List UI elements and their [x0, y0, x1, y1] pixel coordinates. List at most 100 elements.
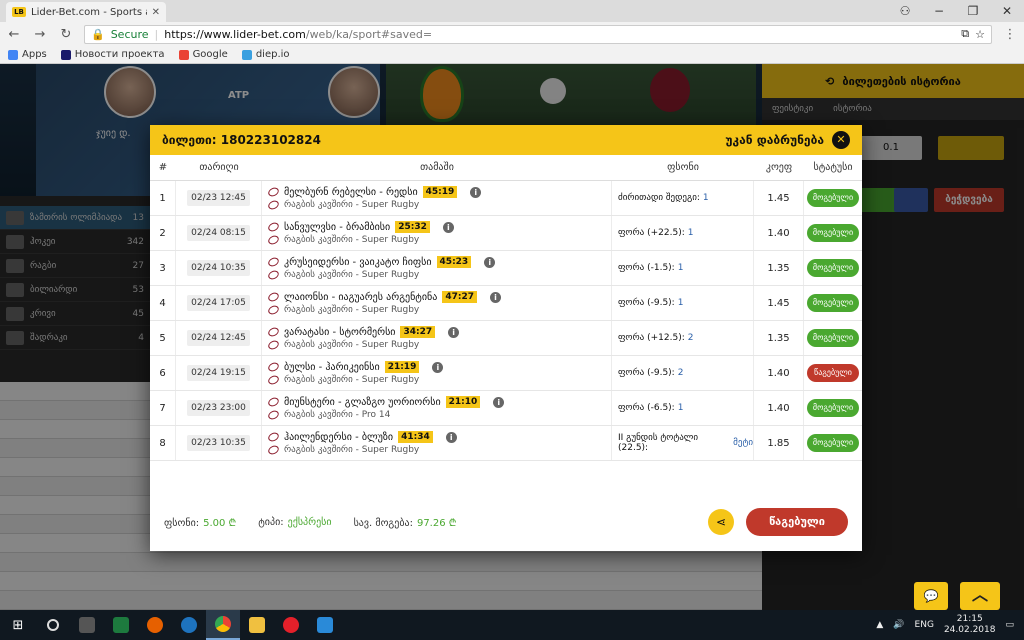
task-view-icon[interactable] — [70, 610, 104, 640]
row-match-cell: მიუნსტერი - გლაზგო უორიორსი 21:10 i რაგბ… — [262, 391, 612, 425]
bet-market: ფორა (-9.5): — [618, 368, 675, 378]
share-icon[interactable]: ⋖ — [708, 509, 734, 535]
rugby-ball-icon — [266, 444, 281, 456]
row-odd: 1.85 — [754, 426, 804, 460]
browser-tab[interactable]: LB Lider-Bet.com - Sports a ✕ — [6, 2, 166, 22]
excel-icon[interactable] — [104, 610, 138, 640]
row-bet-cell: ფორა (-9.5): 2 — [612, 356, 754, 390]
row-odd: 1.45 — [754, 286, 804, 320]
bet-selection: მეტი — [733, 438, 753, 448]
info-icon[interactable]: i — [484, 256, 496, 268]
row-index: 6 — [150, 356, 176, 390]
bet-market: ფორა (-1.5): — [618, 263, 675, 273]
restore-icon[interactable]: ❐ — [956, 0, 990, 22]
back-icon[interactable]: ← — [6, 27, 22, 42]
row-bet-cell: ფორა (-1.5): 1 — [612, 251, 754, 285]
notifications-icon[interactable]: ▭ — [1005, 620, 1014, 630]
stake-summary: ფსონი: 5.00 ₾ — [164, 518, 237, 529]
status-badge: მოგებული — [807, 189, 859, 207]
info-icon[interactable]: i — [470, 186, 482, 198]
close-tab-icon[interactable]: ✕ — [152, 7, 160, 18]
info-icon[interactable]: i — [448, 326, 460, 338]
row-bet-cell: ძირითადი შედეგი: 1 — [612, 181, 754, 215]
row-bet-cell: ფორა (+22.5): 1 — [612, 216, 754, 250]
status-badge: მოგებული — [807, 224, 859, 242]
bet-market: ფორა (+12.5): — [618, 333, 685, 343]
bet-selection: 1 — [702, 193, 709, 203]
status-badge: მოგებული — [807, 259, 859, 277]
back-link[interactable]: უკან დაბრუნება — [725, 133, 824, 147]
close-icon[interactable]: ✕ — [832, 131, 850, 149]
info-icon[interactable]: i — [490, 291, 501, 303]
bookmark-diep[interactable]: diep.io — [241, 49, 290, 60]
media-app-icon[interactable] — [308, 610, 342, 640]
row-status-cell: მოგებული — [804, 251, 862, 285]
match-name: ბულსი - ჰარიკეინსი — [284, 361, 380, 373]
clock[interactable]: 21:15 24.02.2018 — [944, 614, 996, 636]
close-window-icon[interactable]: ✕ — [990, 0, 1024, 22]
ticket-status-button[interactable]: წაგებული — [746, 508, 848, 536]
match-score: 41:34 — [398, 431, 433, 443]
network-icon[interactable]: ▲ — [876, 620, 883, 630]
match-league: რაგბის კავშირი - Super Rugby — [284, 375, 420, 385]
volume-icon[interactable]: 🔊 — [893, 620, 904, 630]
row-date-cell: 02/23 12:45 — [176, 181, 262, 215]
forward-icon[interactable]: → — [32, 27, 48, 42]
edge-icon[interactable] — [172, 610, 206, 640]
match-name: ვარატასი - სტორმერსი — [284, 326, 396, 338]
row-date-cell: 02/24 17:05 — [176, 286, 262, 320]
ticket-modal-header: ბილეთი: 180223102824 უკან დაბრუნება ✕ — [150, 125, 862, 155]
rugby-ball-icon — [266, 291, 281, 303]
account-icon[interactable]: ⚇ — [888, 0, 922, 22]
file-explorer-icon[interactable] — [240, 610, 274, 640]
translate-icon[interactable]: ⧉ — [961, 27, 969, 41]
rugby-ball-icon — [266, 304, 281, 316]
status-badge: მოგებული — [807, 294, 859, 312]
minimize-icon[interactable]: − — [922, 0, 956, 22]
site-favicon-icon: LB — [12, 7, 26, 17]
bookmark-star-icon[interactable]: ☆ — [975, 28, 985, 41]
row-index: 7 — [150, 391, 176, 425]
firefox-icon[interactable] — [138, 610, 172, 640]
row-index: 1 — [150, 181, 176, 215]
rugby-ball-icon — [266, 186, 281, 198]
row-bet-cell: ფორა (-9.5): 1 — [612, 286, 754, 320]
info-icon[interactable]: i — [445, 431, 457, 443]
bookmark-news[interactable]: Новости проекта — [60, 49, 165, 60]
match-score: 45:19 — [422, 186, 458, 198]
rugby-ball-icon — [266, 221, 281, 233]
bookmark-apps[interactable]: Apps — [8, 49, 47, 60]
row-odd: 1.45 — [754, 181, 804, 215]
scroll-top-icon[interactable]: ︿ — [960, 582, 1000, 610]
bookmark-google[interactable]: Google — [178, 49, 228, 60]
search-icon[interactable] — [36, 610, 70, 640]
col-date: თარიღი — [199, 162, 239, 173]
row-status-cell: მოგებული — [804, 321, 862, 355]
windows-start-icon[interactable]: ⊞ — [0, 618, 36, 633]
menu-icon[interactable]: ⋮ — [1002, 27, 1018, 42]
info-icon[interactable]: i — [432, 361, 444, 373]
row-date: 02/23 23:00 — [187, 400, 250, 416]
system-tray: ▲ 🔊 ENG 21:15 24.02.2018 ▭ — [876, 614, 1024, 636]
bet-selection: 2 — [687, 333, 694, 343]
match-score: 47:27 — [442, 291, 477, 303]
info-icon[interactable]: i — [493, 396, 505, 408]
chrome-icon[interactable] — [206, 610, 240, 640]
info-icon[interactable]: i — [442, 221, 454, 233]
url-field[interactable]: 🔒 Secure | https://www.lider-bet.com/web… — [84, 24, 992, 44]
language-indicator[interactable]: ENG — [915, 620, 934, 630]
rugby-ball-icon — [266, 396, 281, 408]
reload-icon[interactable]: ↻ — [58, 27, 74, 42]
chat-icon[interactable]: 💬 — [914, 582, 948, 610]
match-name: მელბურნ რებელსი - რედსი — [284, 186, 418, 198]
col-status: სტატუსი — [813, 162, 853, 173]
bet-selection: 1 — [677, 403, 684, 413]
rugby-ball-icon — [266, 199, 281, 211]
row-date: 02/24 19:15 — [187, 365, 250, 381]
row-date-cell: 02/23 10:35 — [176, 426, 262, 460]
row-odd: 1.40 — [754, 391, 804, 425]
col-index: # — [158, 162, 168, 173]
row-match-cell: ლაიონსი - იაგუარეს არგენტინა 47:27 i რაგ… — [262, 286, 612, 320]
opera-icon[interactable] — [274, 610, 308, 640]
browser-titlebar: LB Lider-Bet.com - Sports a ✕ ⚇ − ❐ ✕ — [0, 0, 1024, 22]
